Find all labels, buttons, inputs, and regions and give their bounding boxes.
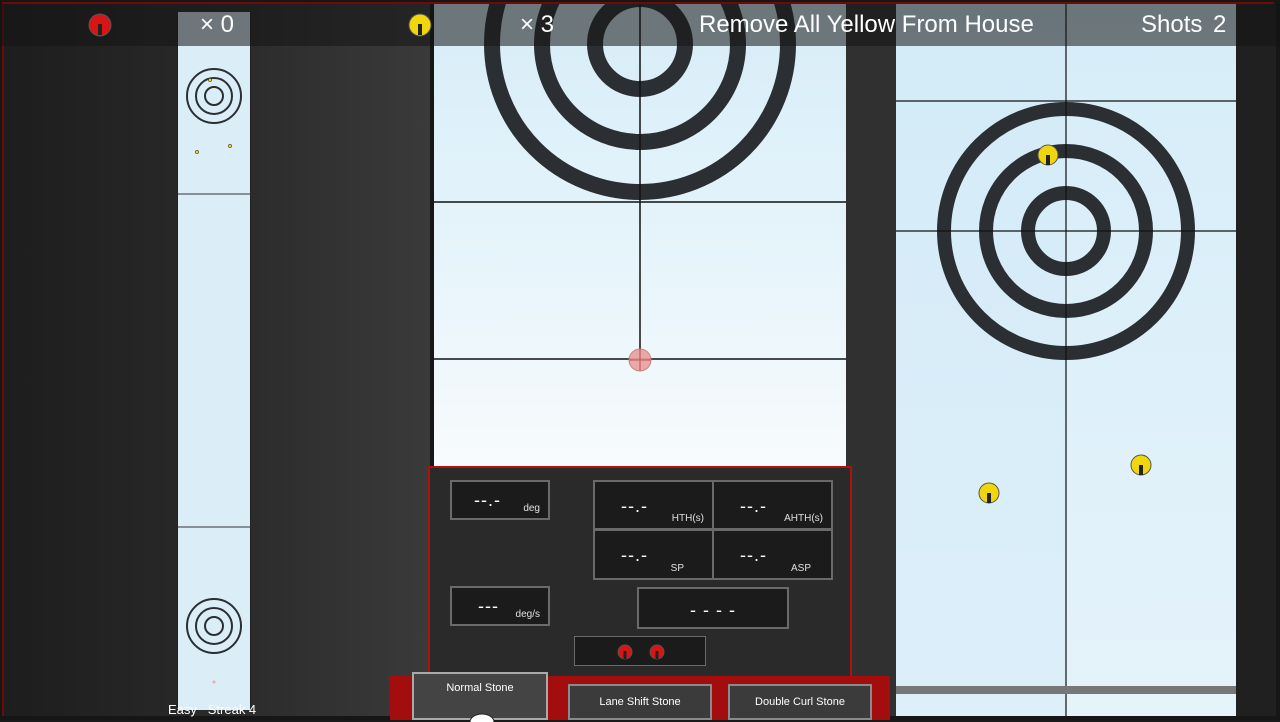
aim-view[interactable] (434, 4, 846, 466)
minimap-yellow-stone (195, 150, 199, 154)
ahth-unit: AHTH(s) (784, 513, 823, 524)
angle-unit: deg (523, 503, 540, 514)
near-house (186, 598, 242, 654)
minimap-yellow-stone (228, 144, 232, 148)
asp-unit: ASP (790, 563, 811, 574)
hud-bar: × 0 × 3 Remove All Yellow From House Sho… (0, 4, 1280, 46)
objective-text: Remove All Yellow From House (699, 11, 1034, 38)
house-view-graphics (896, 4, 1236, 716)
lane-shift-stone-button[interactable]: Lane Shift Stone (568, 684, 712, 720)
shots-value: 2 (1213, 11, 1227, 38)
sp-value: --.- (621, 545, 648, 565)
stone-preview-icon (469, 713, 495, 722)
red-stone-icon (649, 644, 665, 660)
red-stone-icon (88, 13, 112, 37)
minimap-red-stone (212, 680, 216, 684)
yellow-stone-icon (408, 13, 432, 37)
double-curl-stone-label: Double Curl Stone (755, 696, 845, 708)
hth-readout: --.- HTH(s) (593, 480, 714, 530)
ahth-readout: --.- AHTH(s) (712, 480, 833, 530)
normal-stone-label: Normal Stone (446, 682, 514, 694)
far-house (186, 68, 242, 124)
yellow-stone (978, 482, 1000, 504)
right-backdrop (1236, 4, 1276, 716)
double-curl-stone-button[interactable]: Double Curl Stone (728, 684, 872, 720)
remaining-stones-graphics (617, 644, 665, 660)
red-stone-count: × 0 (200, 11, 235, 38)
shot-status-value: - - - - (690, 600, 736, 620)
sp-readout: --.- SP (593, 529, 714, 580)
normal-stone-button[interactable]: Normal Stone (412, 672, 548, 722)
sp-unit: SP (670, 563, 684, 574)
minimap-yellow-stone (208, 78, 212, 82)
yellow-stone (1130, 454, 1152, 476)
angular-velocity-unit: deg/s (515, 609, 540, 620)
remaining-stones-indicator (574, 636, 706, 666)
lane-shift-stone-label: Lane Shift Stone (599, 696, 681, 708)
aim-target-icon[interactable] (628, 348, 652, 372)
asp-value: --.- (740, 545, 767, 565)
streak-label: Streak 4 (207, 702, 257, 717)
aim-view-graphics (434, 4, 846, 372)
shots-label: Shots (1141, 11, 1203, 38)
yellow-stone (1037, 144, 1059, 166)
minimap-graphics (178, 68, 250, 684)
shot-status-readout: - - - - (637, 587, 789, 629)
game-status-footer: Easy Streak 4 (168, 702, 256, 717)
angular-velocity-readout: --- deg/s (450, 586, 550, 626)
yellow-stone-count: × 3 (520, 11, 555, 38)
house-view (896, 4, 1236, 716)
hth-unit: HTH(s) (671, 513, 704, 524)
red-stone-icon (617, 644, 633, 660)
difficulty-label: Easy (168, 702, 197, 717)
angle-readout: --.- deg (450, 480, 550, 520)
asp-readout: --.- ASP (712, 529, 833, 580)
center-gap (846, 4, 896, 716)
sheet-minimap (177, 12, 251, 710)
house-view-bottom-edge (896, 686, 1236, 694)
